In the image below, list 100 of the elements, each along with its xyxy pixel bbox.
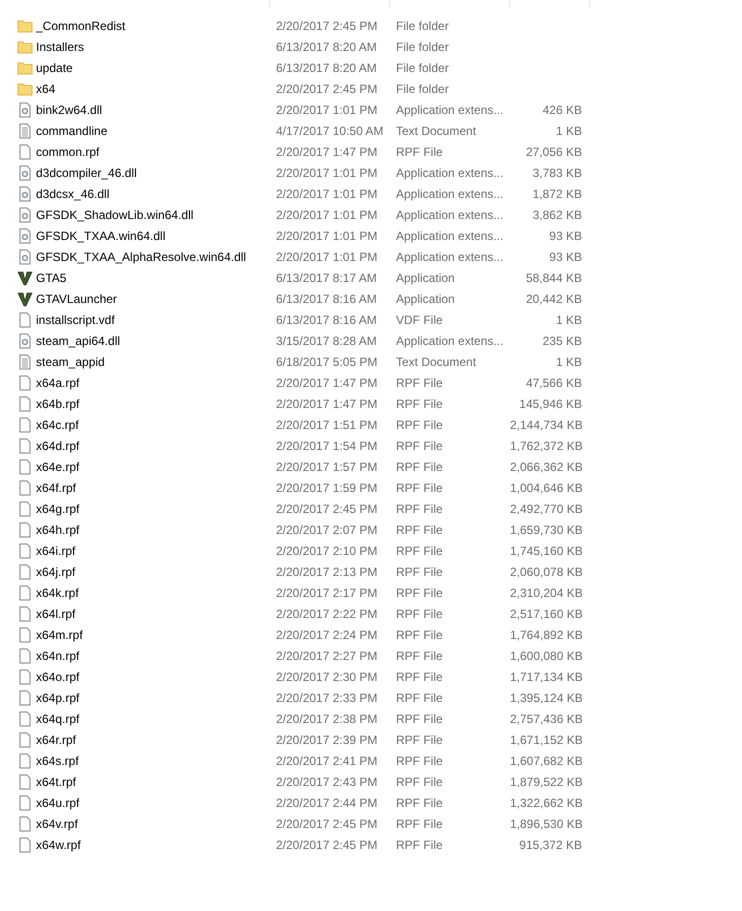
file-type: RPF File xyxy=(396,586,443,600)
date-modified: 2/20/2017 2:22 PM xyxy=(276,606,378,620)
blank-document-icon xyxy=(17,752,33,768)
file-type: Application extens... xyxy=(396,208,504,222)
date-modified: 2/20/2017 2:10 PM xyxy=(276,544,378,558)
file-name[interactable]: GFSDK_TXAA.win64.dll xyxy=(36,226,166,244)
date-modified: 2/20/2017 2:30 PM xyxy=(276,670,378,684)
blank-document-icon xyxy=(17,836,33,852)
file-type: RPF File xyxy=(396,628,443,642)
file-name[interactable]: bink2w64.dll xyxy=(36,100,102,118)
blank-document-icon xyxy=(17,312,33,328)
date-modified: 2/20/2017 1:59 PM xyxy=(276,480,378,494)
file-name[interactable]: x64d.rpf xyxy=(36,436,80,454)
file-name[interactable]: x64e.rpf xyxy=(36,458,80,476)
file-type: RPF File xyxy=(396,418,443,432)
file-name[interactable]: x64o.rpf xyxy=(36,668,80,686)
date-modified: 2/20/2017 2:45 PM xyxy=(276,502,378,516)
date-modified: 2/20/2017 2:27 PM xyxy=(276,648,378,662)
file-name[interactable]: update xyxy=(36,58,73,76)
file-name[interactable]: x64s.rpf xyxy=(36,752,79,770)
blank-document-icon xyxy=(17,668,33,684)
file-name[interactable]: GFSDK_ShadowLib.win64.dll xyxy=(36,206,194,224)
file-name[interactable]: x64r.rpf xyxy=(36,730,76,748)
file-name[interactable]: GTA5 xyxy=(36,268,66,286)
folder-icon xyxy=(17,80,33,96)
blank-document-icon xyxy=(17,438,33,454)
file-name[interactable]: x64b.rpf xyxy=(36,394,80,412)
file-type: RPF File xyxy=(396,544,443,558)
file-type: Application extens... xyxy=(396,334,504,348)
date-modified: 6/13/2017 8:20 AM xyxy=(276,60,377,74)
file-type: RPF File xyxy=(396,396,443,410)
gear-document-icon xyxy=(17,102,33,118)
date-modified: 2/20/2017 1:01 PM xyxy=(276,186,378,200)
file-type: RPF File xyxy=(396,732,443,746)
file-size: 93 KB xyxy=(549,228,582,242)
file-size: 20,442 KB xyxy=(526,292,582,306)
file-name[interactable]: x64a.rpf xyxy=(36,374,80,392)
file-size: 1,717,134 KB xyxy=(510,670,583,684)
file-name[interactable]: steam_api64.dll xyxy=(36,332,120,350)
date-modified: 2/20/2017 2:45 PM xyxy=(276,82,378,96)
file-type: Application extens... xyxy=(396,186,504,200)
file-name[interactable]: x64h.rpf xyxy=(36,520,80,538)
file-name[interactable]: x64m.rpf xyxy=(36,626,83,644)
file-size: 1,764,892 KB xyxy=(510,628,583,642)
file-name[interactable]: x64w.rpf xyxy=(36,836,81,854)
date-modified: 2/20/2017 1:01 PM xyxy=(276,228,378,242)
file-name[interactable]: x64j.rpf xyxy=(36,562,76,580)
file-name[interactable]: steam_appid xyxy=(36,352,105,370)
file-name[interactable]: x64u.rpf xyxy=(36,794,80,812)
file-name[interactable]: x64l.rpf xyxy=(36,604,76,622)
file-type: File folder xyxy=(396,40,449,54)
file-size: 1,671,152 KB xyxy=(510,732,583,746)
gear-document-icon xyxy=(17,206,33,222)
text-document-icon xyxy=(17,122,33,138)
file-type: RPF File xyxy=(396,144,443,158)
file-name[interactable]: d3dcsx_46.dll xyxy=(36,184,110,202)
file-name[interactable]: x64i.rpf xyxy=(36,542,76,560)
date-modified: 2/20/2017 2:41 PM xyxy=(276,754,378,768)
blank-document-icon xyxy=(17,732,33,748)
date-modified: 2/20/2017 2:38 PM xyxy=(276,712,378,726)
file-name[interactable]: Installers xyxy=(36,38,84,56)
file-size: 426 KB xyxy=(542,102,582,116)
file-name[interactable]: x64n.rpf xyxy=(36,646,80,664)
date-modified: 3/15/2017 8:28 AM xyxy=(276,334,377,348)
blank-document-icon xyxy=(17,648,33,664)
file-name[interactable]: x64k.rpf xyxy=(36,584,79,602)
file-name[interactable]: x64q.rpf xyxy=(36,710,80,728)
file-name[interactable]: d3dcompiler_46.dll xyxy=(36,164,137,182)
date-modified: 2/20/2017 1:47 PM xyxy=(276,396,378,410)
file-name[interactable]: x64v.rpf xyxy=(36,814,78,832)
blank-document-icon xyxy=(17,690,33,706)
file-name[interactable]: installscript.vdf xyxy=(36,310,115,328)
date-modified: 2/20/2017 1:57 PM xyxy=(276,460,378,474)
file-size: 47,566 KB xyxy=(526,376,582,390)
file-name[interactable]: x64f.rpf xyxy=(36,478,76,496)
file-name[interactable]: _CommonRedist xyxy=(36,16,126,34)
gear-document-icon xyxy=(17,228,33,244)
file-type: RPF File xyxy=(396,754,443,768)
file-name[interactable]: common.rpf xyxy=(36,142,100,160)
blank-document-icon xyxy=(17,816,33,832)
file-size: 93 KB xyxy=(549,250,582,264)
file-type: RPF File xyxy=(396,502,443,516)
file-name[interactable]: x64c.rpf xyxy=(36,416,79,434)
file-type: RPF File xyxy=(396,480,443,494)
file-type: RPF File xyxy=(396,796,443,810)
gear-document-icon xyxy=(17,186,33,202)
file-name[interactable]: GTAVLauncher xyxy=(36,290,117,308)
date-modified: 2/20/2017 2:13 PM xyxy=(276,564,378,578)
file-name[interactable]: x64 xyxy=(36,80,56,98)
file-name[interactable]: commandline xyxy=(36,122,108,140)
file-name[interactable]: x64p.rpf xyxy=(36,688,80,706)
file-name[interactable]: GFSDK_TXAA_AlphaResolve.win64.dll xyxy=(36,248,246,266)
blank-document-icon xyxy=(17,606,33,622)
file-type: Application xyxy=(396,270,455,284)
blank-document-icon xyxy=(17,564,33,580)
file-name[interactable]: x64g.rpf xyxy=(36,500,80,518)
file-size: 145,946 KB xyxy=(519,396,582,410)
file-name[interactable]: x64t.rpf xyxy=(36,772,76,790)
file-size: 1,879,522 KB xyxy=(510,774,583,788)
date-modified: 2/20/2017 1:51 PM xyxy=(276,418,378,432)
